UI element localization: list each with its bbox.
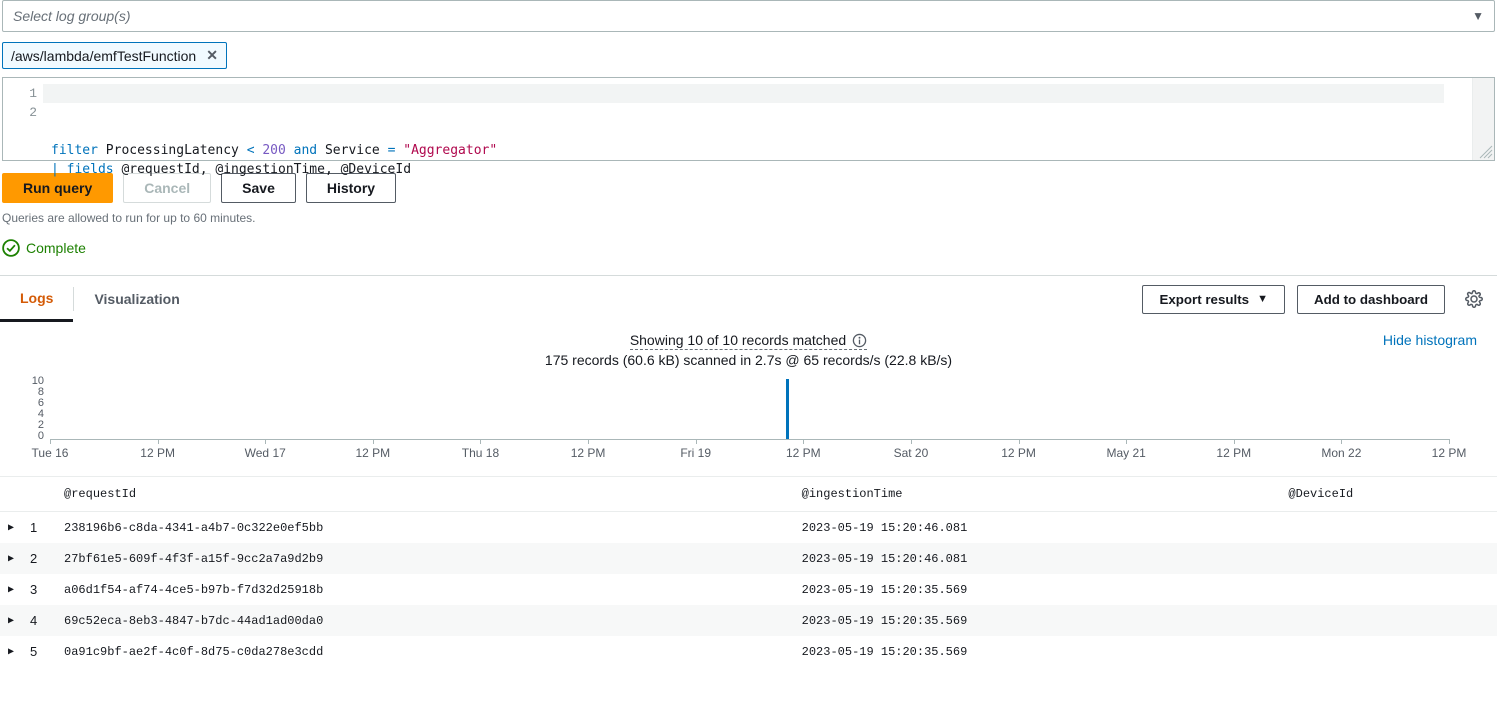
log-group-token-label: /aws/lambda/emfTestFunction — [11, 48, 196, 64]
table-row[interactable]: ▶469c52eca-8eb3-4847-b7dc-44ad1ad00da020… — [0, 605, 1497, 636]
tab-logs[interactable]: Logs — [0, 276, 73, 322]
status-text: Complete — [26, 240, 86, 256]
results-table: @requestId @ingestionTime @DeviceId ▶123… — [0, 476, 1497, 667]
cell-ingestion-time: 2023-05-19 15:20:46.081 — [794, 543, 1281, 574]
x-tick-label: 12 PM — [1216, 446, 1251, 460]
resize-handle-icon[interactable] — [1479, 145, 1493, 159]
x-tick-label: Tue 16 — [32, 446, 69, 460]
table-row[interactable]: ▶50a91c9bf-ae2f-4c0f-8d75-c0da278e3cdd20… — [0, 636, 1497, 667]
table-row[interactable]: ▶227bf61e5-609f-4f3f-a15f-9cc2a7a9d2b920… — [0, 543, 1497, 574]
row-number: 2 — [22, 543, 56, 574]
expand-row-icon[interactable]: ▶ — [0, 543, 22, 574]
cell-ingestion-time: 2023-05-19 15:20:46.081 — [794, 512, 1281, 544]
cell-ingestion-time: 2023-05-19 15:20:35.569 — [794, 605, 1281, 636]
x-tick-label: 12 PM — [1001, 446, 1036, 460]
check-circle-icon — [2, 239, 20, 257]
settings-button[interactable] — [1457, 282, 1491, 316]
query-editor[interactable]: 1 2 filter ProcessingLatency < 200 and S… — [2, 77, 1495, 161]
col-rownum — [22, 477, 56, 512]
expand-row-icon[interactable]: ▶ — [0, 636, 22, 667]
x-tick-label: May 21 — [1106, 446, 1145, 460]
row-number: 1 — [22, 512, 56, 544]
row-number: 4 — [22, 605, 56, 636]
line-number: 2 — [3, 103, 37, 122]
records-matched-text: Showing 10 of 10 records matched — [630, 332, 846, 348]
col-header-device-id[interactable]: @DeviceId — [1280, 477, 1497, 512]
row-number: 5 — [22, 636, 56, 667]
selected-log-groups: /aws/lambda/emfTestFunction ✕ — [2, 42, 1495, 69]
gear-icon — [1465, 290, 1483, 308]
y-axis: 10 8 6 4 2 0 — [18, 376, 44, 442]
y-tick-label: 0 — [18, 431, 44, 442]
results-summary: Showing 10 of 10 records matched 175 rec… — [0, 322, 1497, 374]
editor-code[interactable]: filter ProcessingLatency < 200 and Servi… — [43, 78, 1472, 160]
add-to-dashboard-button[interactable]: Add to dashboard — [1297, 285, 1445, 314]
histogram-bar — [786, 379, 789, 439]
col-expand — [0, 477, 22, 512]
chart-area[interactable] — [50, 380, 1449, 440]
x-tick-label: Thu 18 — [462, 446, 499, 460]
remove-token-icon[interactable]: ✕ — [206, 47, 218, 64]
x-tick-label: Wed 17 — [245, 446, 286, 460]
results-header: Logs Visualization Export results ▼ Add … — [0, 276, 1497, 322]
histogram: 10 8 6 4 2 0 Tue 16 12 PM Wed 17 12 PM Thu 1… — [18, 374, 1489, 470]
highlighted-line — [43, 84, 1444, 103]
table-row[interactable]: ▶1238196b6-c8da-4341-a4b7-0c322e0ef5bb20… — [0, 512, 1497, 544]
cell-request-id: 27bf61e5-609f-4f3f-a15f-9cc2a7a9d2b9 — [56, 543, 794, 574]
x-tick-label: 12 PM — [140, 446, 175, 460]
export-results-label: Export results — [1159, 292, 1249, 307]
cell-device-id — [1280, 636, 1497, 667]
cell-device-id — [1280, 605, 1497, 636]
log-group-placeholder: Select log group(s) — [13, 8, 131, 24]
x-tick-label: 12 PM — [356, 446, 391, 460]
line-number: 1 — [3, 84, 37, 103]
cell-device-id — [1280, 574, 1497, 605]
expand-row-icon[interactable]: ▶ — [0, 512, 22, 544]
hide-histogram-link[interactable]: Hide histogram — [1383, 332, 1477, 348]
scan-stats: 175 records (60.6 kB) scanned in 2.7s @ … — [0, 352, 1497, 368]
x-tick-label: 12 PM — [786, 446, 821, 460]
log-group-token: /aws/lambda/emfTestFunction ✕ — [2, 42, 227, 69]
col-header-request-id[interactable]: @requestId — [56, 477, 794, 512]
editor-gutter: 1 2 — [3, 78, 43, 160]
export-results-button[interactable]: Export results ▼ — [1142, 285, 1285, 314]
caret-down-icon: ▼ — [1472, 9, 1484, 23]
cell-device-id — [1280, 512, 1497, 544]
caret-down-icon: ▼ — [1257, 293, 1268, 305]
log-group-select[interactable]: Select log group(s) ▼ — [2, 0, 1495, 32]
x-tick-label: 12 PM — [571, 446, 606, 460]
x-tick-label: Sat 20 — [894, 446, 929, 460]
cell-ingestion-time: 2023-05-19 15:20:35.569 — [794, 574, 1281, 605]
results-actions: Export results ▼ Add to dashboard — [1142, 282, 1491, 316]
info-icon[interactable] — [852, 333, 867, 348]
expand-row-icon[interactable]: ▶ — [0, 605, 22, 636]
x-tick-label: Fri 19 — [680, 446, 711, 460]
cell-device-id — [1280, 543, 1497, 574]
cell-request-id: 69c52eca-8eb3-4847-b7dc-44ad1ad00da0 — [56, 605, 794, 636]
x-tick-label: Mon 22 — [1321, 446, 1361, 460]
cell-request-id: 238196b6-c8da-4341-a4b7-0c322e0ef5bb — [56, 512, 794, 544]
cell-ingestion-time: 2023-05-19 15:20:35.569 — [794, 636, 1281, 667]
cell-request-id: 0a91c9bf-ae2f-4c0f-8d75-c0da278e3cdd — [56, 636, 794, 667]
table-row[interactable]: ▶3a06d1f54-af74-4ce5-b97b-f7d32d25918b20… — [0, 574, 1497, 605]
row-number: 3 — [22, 574, 56, 605]
col-header-ingestion-time[interactable]: @ingestionTime — [794, 477, 1281, 512]
cell-request-id: a06d1f54-af74-4ce5-b97b-f7d32d25918b — [56, 574, 794, 605]
x-tick-label: 12 PM — [1432, 446, 1467, 460]
query-status: Complete — [2, 239, 1495, 257]
records-matched: Showing 10 of 10 records matched — [630, 332, 867, 350]
results-tabs: Logs Visualization — [0, 276, 200, 322]
tab-visualization[interactable]: Visualization — [74, 276, 199, 322]
expand-row-icon[interactable]: ▶ — [0, 574, 22, 605]
